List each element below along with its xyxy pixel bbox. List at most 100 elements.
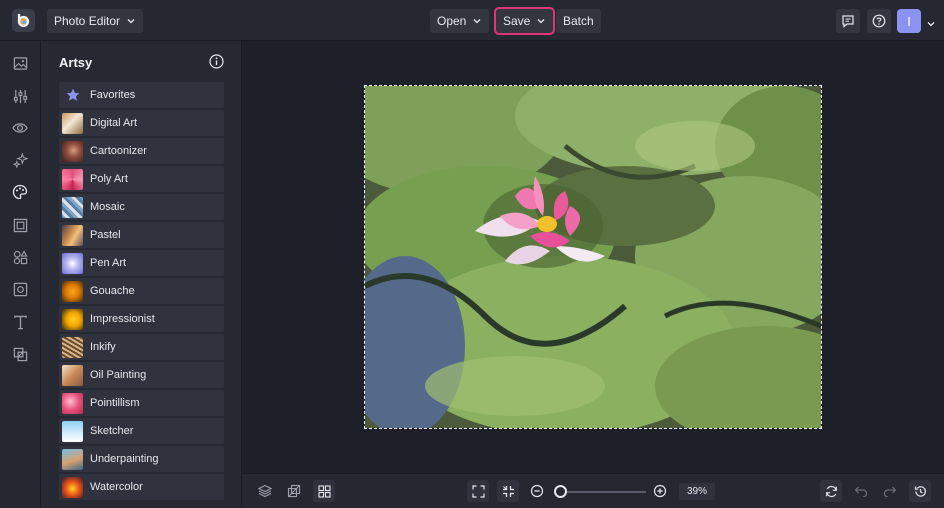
list-item-label: Cartoonizer	[90, 145, 147, 157]
image-icon[interactable]	[12, 55, 28, 71]
pointillism-thumbnail	[62, 392, 83, 414]
zoom-in-icon	[653, 484, 667, 498]
save-button[interactable]: Save	[493, 7, 556, 35]
list-item-pen-art[interactable]: Pen Art	[59, 250, 224, 276]
eye-icon[interactable]	[12, 120, 28, 136]
help-icon	[872, 14, 886, 28]
list-item-pastel[interactable]: Pastel	[59, 222, 224, 248]
open-button[interactable]: Open	[430, 9, 490, 33]
text-icon[interactable]	[12, 314, 28, 330]
open-label: Open	[437, 14, 467, 28]
list-item-label: Oil Painting	[90, 369, 147, 381]
compare-button[interactable]	[283, 480, 305, 502]
app-menu-label: Photo Editor	[54, 14, 121, 28]
grid-view-button[interactable]	[313, 480, 335, 502]
compare-icon	[287, 484, 301, 498]
info-icon[interactable]	[209, 54, 224, 69]
redo-icon	[883, 486, 897, 497]
list-item-label: Gouache	[90, 285, 135, 297]
list-item-favorites[interactable]: Favorites	[59, 82, 224, 108]
overlay-icon[interactable]	[12, 346, 28, 362]
sketcher-thumbnail	[62, 420, 83, 442]
list-item-mosaic[interactable]: Mosaic	[59, 194, 224, 220]
watercolor-thumbnail	[62, 476, 83, 498]
effects-list: Favorites Digital Art Cartoonizer Poly A…	[59, 82, 224, 502]
gouache-thumbnail	[62, 280, 83, 302]
user-avatar[interactable]: I	[897, 9, 921, 33]
fit-to-screen-button[interactable]	[467, 480, 489, 502]
redo-button[interactable]	[879, 480, 901, 502]
water-lily-painting	[365, 86, 821, 428]
digital-art-thumbnail	[62, 112, 83, 134]
frame-icon[interactable]	[12, 217, 28, 233]
list-item-watercolor[interactable]: Watercolor	[59, 474, 224, 500]
shapes-icon[interactable]	[12, 249, 28, 265]
underpainting-thumbnail	[62, 448, 83, 470]
pen-art-thumbnail	[62, 252, 83, 274]
account-menu-toggle[interactable]	[926, 16, 936, 34]
panel-title: Artsy	[59, 55, 93, 70]
list-item-label: Pen Art	[90, 257, 127, 269]
zoom-slider-thumb[interactable]	[554, 485, 567, 498]
befunky-logo[interactable]	[12, 9, 35, 32]
app-menu-dropdown[interactable]: Photo Editor	[47, 9, 144, 33]
zoom-out-button[interactable]	[526, 480, 548, 502]
batch-button[interactable]: Batch	[556, 9, 601, 33]
history-icon	[914, 485, 926, 497]
layers-icon	[258, 484, 272, 498]
layers-button[interactable]	[254, 480, 276, 502]
list-item-digital-art[interactable]: Digital Art	[59, 110, 224, 136]
list-item-label: Inkify	[90, 341, 116, 353]
list-item-underpainting[interactable]: Underpainting	[59, 446, 224, 472]
list-item-label: Poly Art	[90, 173, 128, 185]
sparkle-icon[interactable]	[12, 152, 28, 168]
zoom-percentage[interactable]: 39%	[679, 483, 715, 500]
edited-photo[interactable]	[364, 85, 822, 429]
undo-button[interactable]	[850, 480, 872, 502]
list-item-label: Pointillism	[90, 397, 140, 409]
list-item-poly-art[interactable]: Poly Art	[59, 166, 224, 192]
list-item-label: Digital Art	[90, 117, 138, 129]
help-button[interactable]	[867, 9, 891, 33]
actual-size-button[interactable]	[497, 480, 519, 502]
list-item-label: Watercolor	[90, 481, 143, 493]
list-item-impressionist[interactable]: Impressionist	[59, 306, 224, 332]
list-item-sketcher[interactable]: Sketcher	[59, 418, 224, 444]
save-label: Save	[503, 14, 531, 28]
chevron-down-icon	[537, 19, 545, 24]
top-bar: Photo Editor Open Save Batch I	[0, 0, 944, 41]
batch-label: Batch	[563, 14, 594, 28]
list-item-cartoonizer[interactable]: Cartoonizer	[59, 138, 224, 164]
list-item-label: Underpainting	[90, 453, 159, 465]
undo-icon	[854, 486, 868, 497]
list-item-label: Impressionist	[90, 313, 155, 325]
collapse-icon	[502, 485, 514, 497]
pastel-thumbnail	[62, 224, 83, 246]
tool-rail	[0, 41, 41, 508]
reset-button[interactable]	[820, 480, 842, 502]
list-item-label: Sketcher	[90, 425, 134, 437]
list-item-gouache[interactable]: Gouache	[59, 278, 224, 304]
comment-icon	[842, 15, 854, 28]
cartoonizer-thumbnail	[62, 140, 83, 162]
comments-button[interactable]	[836, 9, 860, 33]
list-item-label: Pastel	[90, 229, 121, 241]
list-item-oil-painting[interactable]: Oil Painting	[59, 362, 224, 388]
zoom-slider-track[interactable]	[562, 491, 646, 493]
list-item-inkify[interactable]: Inkify	[59, 334, 224, 360]
bottom-toolbar: 39%	[242, 473, 944, 508]
chevron-down-icon	[473, 19, 481, 24]
list-item-label: Mosaic	[90, 201, 125, 213]
sliders-icon[interactable]	[12, 88, 28, 104]
star-icon	[62, 85, 83, 106]
history-button[interactable]	[909, 480, 931, 502]
logo-icon	[17, 13, 30, 28]
zoom-in-button[interactable]	[649, 480, 671, 502]
chevron-down-icon	[127, 19, 135, 24]
impressionist-thumbnail	[62, 308, 83, 330]
graphics-icon[interactable]	[12, 281, 28, 297]
list-item-pointillism[interactable]: Pointillism	[59, 390, 224, 416]
mosaic-thumbnail	[62, 196, 83, 218]
inkify-thumbnail	[62, 336, 83, 358]
palette-icon[interactable]	[12, 184, 28, 200]
